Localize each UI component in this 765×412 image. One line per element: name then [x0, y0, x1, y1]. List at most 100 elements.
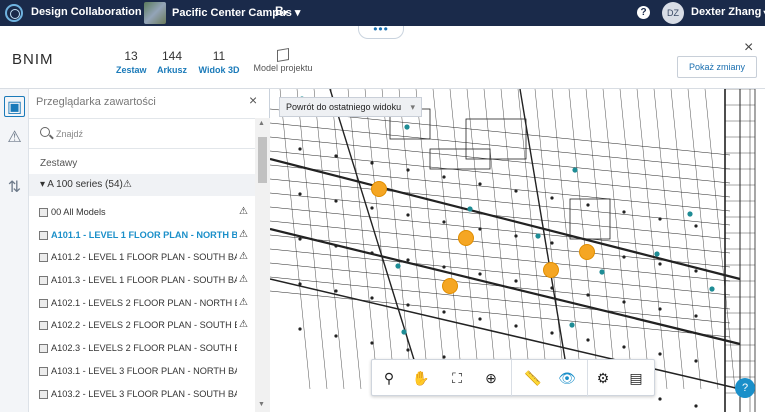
sheet-list-item[interactable]: A103.2 - LEVEL 3 FLOOR PLAN - SOUTH BAR [29, 384, 255, 407]
search-box [29, 118, 270, 149]
sheet-icon [39, 389, 48, 399]
zoom-window-icon[interactable]: ⊕ [479, 366, 503, 390]
stat-count: 11 [212, 49, 226, 63]
project-selector[interactable]: Design Collaboration ▾ [31, 6, 150, 18]
sheet-list-item[interactable]: A102.1 - LEVELS 2 FLOOR PLAN - NORTH BAR… [29, 293, 255, 316]
b-label: B [275, 4, 284, 18]
show-changes-button[interactable]: Pokaż zmiany [677, 56, 757, 78]
page-title: BNIM [12, 51, 54, 68]
issue-pin[interactable] [579, 244, 595, 260]
stat-label: Zestaw [116, 65, 147, 75]
sheet-icon [39, 321, 48, 331]
sheet-icon [39, 344, 48, 354]
sheet-icon [39, 230, 48, 240]
sheet-list-item[interactable]: 00 All Models ⚠ [29, 202, 255, 225]
model-icon [39, 208, 48, 217]
chevron-down-icon: ▾ [291, 7, 301, 19]
fit-view-icon[interactable]: ⛶ [445, 366, 469, 390]
issue-pin[interactable] [371, 181, 387, 197]
scroll-thumb[interactable] [258, 137, 267, 183]
project-model-button[interactable]: Model projektu [251, 47, 315, 73]
toolbar-divider [587, 360, 588, 397]
expand-tab-button[interactable]: ••• [358, 23, 404, 39]
sheet-label: A103.2 - LEVEL 3 FLOOR PLAN - SOUTH BAR [51, 388, 237, 399]
stat-count: 13 [124, 49, 138, 63]
sheet-list-item[interactable]: A103.1 - LEVEL 3 FLOOR PLAN - NORTH BAR [29, 361, 255, 384]
warning-icon: ⚠ [239, 228, 248, 240]
sheet-label: A101.1 - LEVEL 1 FLOOR PLAN - NORTH BAR [51, 229, 237, 240]
sheet-label: A102.2 - LEVELS 2 FLOOR PLAN - SOUTH BAR [51, 320, 237, 331]
back-to-last-view-label: Powrót do ostatniego widoku [286, 102, 402, 112]
back-to-last-view-button[interactable]: Powrót do ostatniego widoku ▾ [279, 97, 422, 117]
search-input[interactable] [56, 126, 236, 142]
stat-label: Arkusz [157, 65, 188, 75]
sheet-label: A102.1 - LEVELS 2 FLOOR PLAN - NORTH BAR [51, 297, 237, 308]
gear-icon[interactable]: ⚙ [591, 366, 615, 390]
stat-count: 144 [161, 49, 183, 63]
sheet-list-item[interactable]: A102.3 - LEVELS 2 FLOOR PLAN - SOUTH BAR [29, 338, 255, 361]
set-group-label: ▾ A 100 series (54)⚠ [40, 179, 132, 190]
warning-icon: ⚠ [239, 296, 248, 308]
sheet-list-item[interactable]: A101.1 - LEVEL 1 FLOOR PLAN - NORTH BAR ⚠ [29, 225, 255, 248]
measure-icon[interactable]: 📏 [521, 366, 545, 390]
avatar[interactable]: DZ [662, 2, 684, 24]
viewer-toolbar: ⚲ ✋ ⛶ ⊕ 📏 👁 ⚙ ▤ [371, 359, 655, 397]
more-dots-icon: ••• [373, 22, 389, 36]
header: BNIM 13 Zestaw 144 Arkusz 11 Widok 3D Mo… [0, 39, 765, 89]
sheet-label: A101.2 - LEVEL 1 FLOOR PLAN - SOUTH BAR [51, 252, 237, 263]
warning-icon: ⚠ [239, 251, 248, 263]
help-chat-icon[interactable]: ? [735, 378, 755, 398]
issue-pin[interactable] [442, 278, 458, 294]
set-group-row[interactable]: ▾ A 100 series (54)⚠ [29, 174, 255, 196]
b-selector[interactable]: B▾ [275, 4, 288, 18]
chevron-down-icon: ▾ [761, 8, 765, 17]
content-browser-panel: Przeglądarka zawartości × Zestawy ▾ A 10… [29, 89, 270, 412]
warning-icon: ⚠ [239, 319, 248, 331]
campus-thumbnail[interactable] [144, 2, 166, 24]
sheet-label: A102.3 - LEVELS 2 FLOOR PLAN - SOUTH BAR [51, 343, 237, 354]
sheet-icon [39, 366, 48, 376]
model-label: Model projektu [253, 63, 313, 73]
content-browser-icon[interactable]: ▣ [4, 96, 25, 117]
user-menu[interactable]: Dexter Zhang ▾ [691, 6, 765, 18]
warning-icon: ⚠ [239, 206, 248, 217]
stat-sets[interactable]: 13 Zestaw [116, 49, 147, 75]
eye-icon[interactable]: 👁 [555, 366, 579, 390]
app-logo-icon[interactable] [5, 4, 23, 22]
panel-close-icon[interactable]: × [249, 92, 257, 108]
stat-label: Widok 3D [198, 65, 240, 75]
hand-icon[interactable]: ✋ [409, 366, 433, 390]
pin-icon[interactable]: ⚲ [377, 366, 401, 390]
close-icon[interactable]: × [744, 39, 753, 57]
chevron-down-icon: ▾ [283, 8, 288, 17]
sheet-list: 00 All Models ⚠ A101.1 - LEVEL 1 FLOOR PLA… [29, 202, 255, 406]
issue-pin[interactable] [458, 230, 474, 246]
scrollbar[interactable]: ▲ ▼ [255, 118, 270, 412]
sheet-label: 00 All Models [51, 207, 106, 217]
left-rail: ▣ ⚠ ⇅ [0, 89, 29, 412]
search-icon [40, 127, 50, 137]
panel-title: Przeglądarka zawartości [36, 96, 156, 108]
campus-name: Pacific Center Campus [172, 7, 292, 19]
sheet-label: A103.1 - LEVEL 3 FLOOR PLAN - NORTH BAR [51, 365, 237, 376]
chevron-down-icon: ▾ [410, 102, 415, 112]
properties-icon[interactable]: ▤ [624, 366, 648, 390]
sheet-label: A101.3 - LEVEL 1 FLOOR PLAN - SOUTH BAR-… [51, 275, 237, 286]
toolbar-divider [511, 360, 512, 397]
sheet-list-item[interactable]: A101.2 - LEVEL 1 FLOOR PLAN - SOUTH BAR ⚠ [29, 247, 255, 270]
stat-3d-views[interactable]: 11 Widok 3D [198, 49, 240, 75]
sheet-list-item[interactable]: A102.2 - LEVELS 2 FLOOR PLAN - SOUTH BAR… [29, 315, 255, 338]
warning-icon: ⚠ [239, 274, 248, 286]
sheet-icon [39, 276, 48, 286]
sheet-icon [39, 298, 48, 308]
stat-sheets[interactable]: 144 Arkusz [157, 49, 187, 75]
compare-arrows-icon[interactable]: ⇅ [4, 177, 25, 198]
scroll-down-icon[interactable]: ▼ [258, 401, 265, 408]
issue-pin[interactable] [543, 262, 559, 278]
sheet-list-item[interactable]: A101.3 - LEVEL 1 FLOOR PLAN - SOUTH BAR-… [29, 270, 255, 293]
user-name: Dexter Zhang [691, 6, 762, 18]
warning-icon[interactable]: ⚠ [4, 127, 25, 148]
section-label: Zestawy [40, 158, 78, 169]
scroll-up-icon[interactable]: ▲ [258, 120, 265, 127]
help-icon[interactable]: ? [637, 6, 650, 19]
